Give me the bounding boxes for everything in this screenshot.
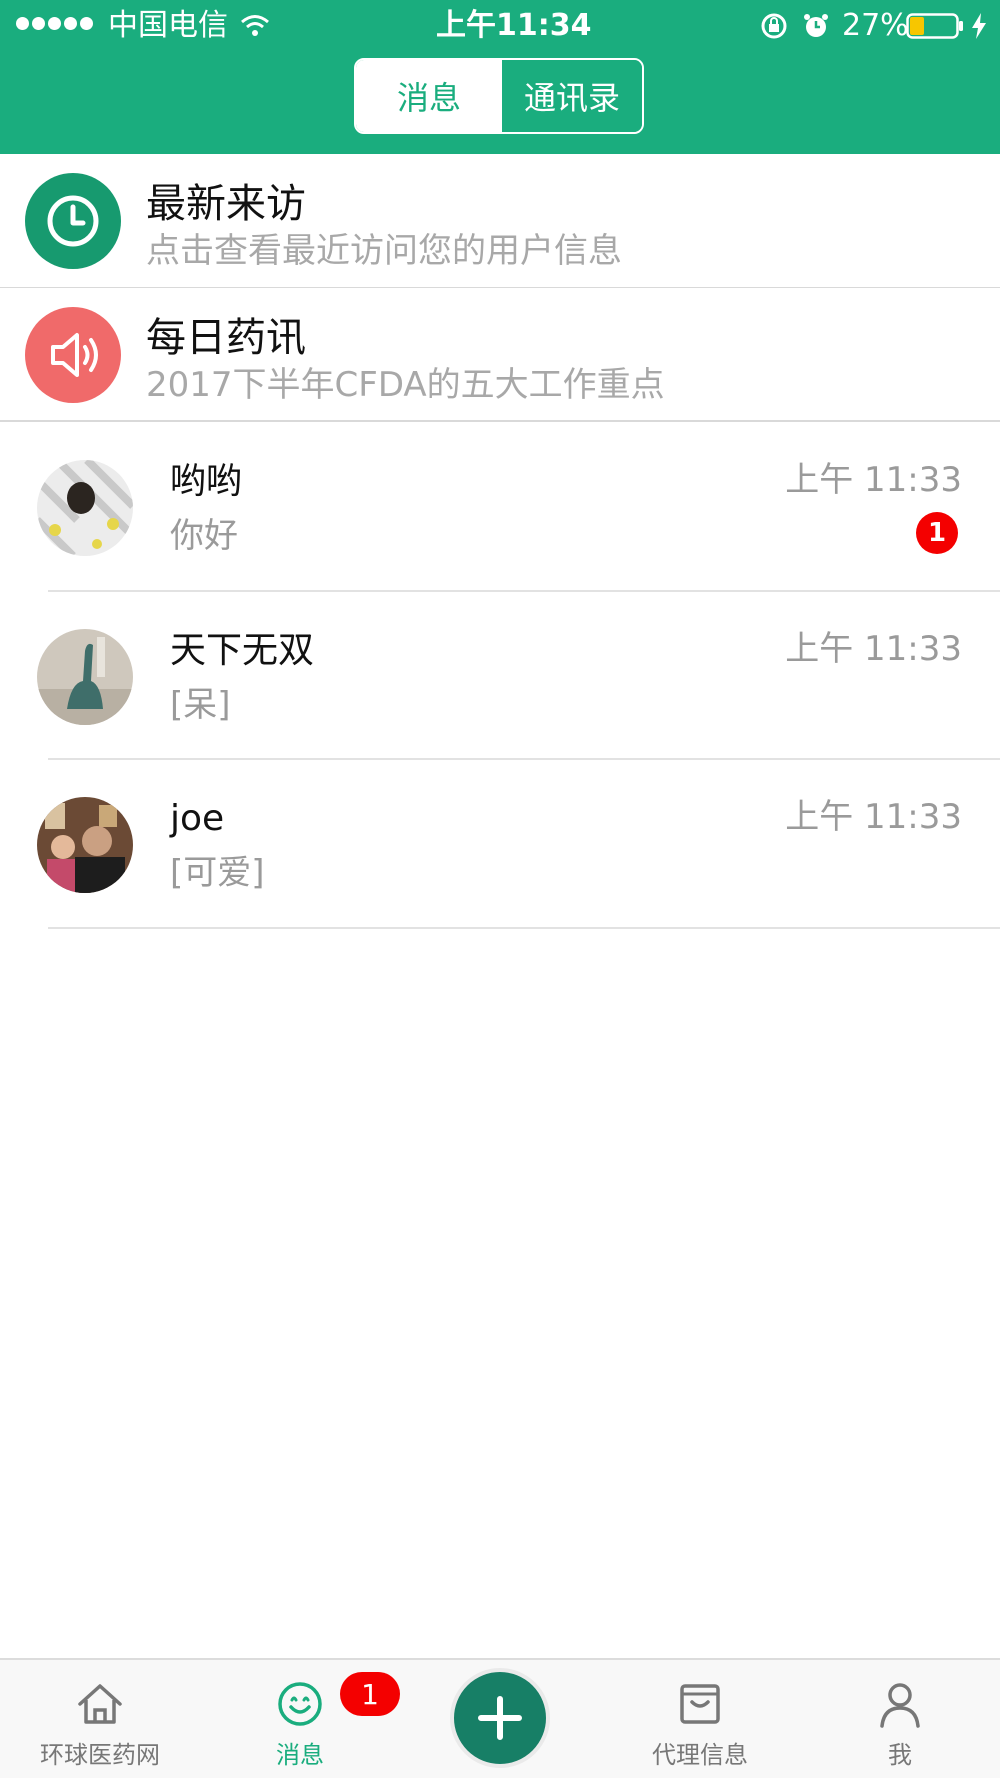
inbox-icon	[680, 1684, 720, 1724]
feature-subtitle: 2017下半年CFDA的五大工作重点	[146, 365, 665, 405]
tab-contacts[interactable]: 通讯录	[502, 60, 642, 132]
rotation-lock-icon	[761, 13, 787, 39]
smiley-chat-icon	[278, 1682, 322, 1726]
chat-list-item[interactable]: 天下无双 [呆] 上午 11:33	[0, 591, 1000, 759]
app-header: 中国电信 上午11:34 27% 消息 通讯录	[0, 0, 1000, 154]
charging-bolt-icon	[972, 13, 986, 39]
tab-label: 环球医药网	[40, 1741, 160, 1769]
contact-name: 天下无双	[170, 630, 315, 671]
clock-icon	[25, 173, 121, 269]
tab-label: 代理信息	[652, 1741, 748, 1769]
avatar	[37, 797, 133, 893]
daily-drug-news-row[interactable]: 每日药讯 2017下半年CFDA的五大工作重点	[0, 288, 1000, 420]
avatar	[37, 460, 133, 556]
chat-list-item[interactable]: 哟哟 你好 上午 11:33 1	[0, 422, 1000, 590]
divider	[48, 927, 1000, 929]
tab-label: 我	[888, 1741, 912, 1769]
last-message: [呆]	[170, 685, 231, 725]
last-message: 你好	[170, 516, 238, 556]
speaker-icon	[25, 307, 121, 403]
carrier-label: 中国电信	[108, 8, 228, 43]
plus-icon	[478, 1696, 522, 1740]
message-time: 上午 11:33	[785, 629, 962, 669]
contact-name: 哟哟	[170, 461, 243, 502]
unread-badge: 1	[916, 512, 958, 554]
feature-subtitle: 点击查看最近访问您的用户信息	[146, 231, 622, 271]
message-time: 上午 11:33	[785, 460, 962, 500]
tab-label: 消息	[276, 1741, 324, 1769]
tab-messages[interactable]: 消息	[356, 60, 502, 132]
segmented-control: 消息 通讯录	[354, 58, 644, 134]
feature-title: 每日药讯	[146, 315, 306, 361]
user-icon	[880, 1683, 920, 1728]
tab-me[interactable]: 我	[815, 1672, 985, 1772]
recent-visitors-row[interactable]: 最新来访 点击查看最近访问您的用户信息	[0, 154, 1000, 286]
add-button[interactable]	[450, 1668, 550, 1768]
tab-agency-info[interactable]: 代理信息	[615, 1672, 785, 1772]
home-icon	[78, 1684, 122, 1724]
avatar	[37, 629, 133, 725]
contact-name: joe	[170, 798, 225, 839]
battery-percent: 27%	[842, 8, 909, 43]
status-bar: 中国电信 上午11:34 27%	[0, 0, 1000, 52]
signal-strength-icon	[16, 17, 93, 33]
last-message: [可爱]	[170, 853, 265, 893]
message-time: 上午 11:33	[785, 797, 962, 837]
tab-unread-badge: 1	[340, 1672, 400, 1716]
alarm-icon	[804, 14, 828, 37]
wifi-icon	[241, 15, 269, 36]
tab-home[interactable]: 环球医药网	[15, 1672, 185, 1772]
battery-icon	[906, 13, 963, 39]
clock-time: 上午11:34	[436, 8, 592, 43]
feature-title: 最新来访	[146, 181, 306, 227]
chat-list-item[interactable]: joe [可爱] 上午 11:33	[0, 759, 1000, 927]
